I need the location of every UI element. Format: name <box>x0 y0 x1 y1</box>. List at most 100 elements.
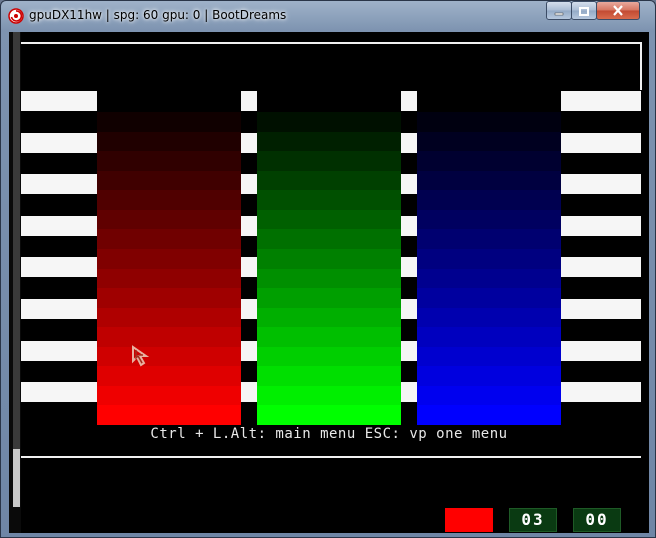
stripe-segment <box>401 215 417 236</box>
maximize-icon <box>579 1 589 20</box>
stripe-segment <box>21 382 97 403</box>
counter-a: 03 <box>509 508 557 532</box>
color-swatch <box>445 508 493 532</box>
stripe-segment <box>401 340 417 361</box>
gradient-step <box>417 327 561 347</box>
gradient-step <box>417 248 561 269</box>
stripe-segment <box>241 340 257 361</box>
counter-b: 00 <box>573 508 621 532</box>
render-viewport[interactable]: Ctrl + L.Alt: main menu ESC: vp one menu… <box>9 32 649 533</box>
stripe-segment <box>561 257 641 278</box>
gradient-step <box>257 190 401 210</box>
left-edge <box>9 32 21 533</box>
stripe-segment <box>241 257 257 278</box>
gradient-step <box>97 405 241 425</box>
gradient-step <box>257 131 401 152</box>
stripe-segment <box>561 299 641 319</box>
stripe-segment <box>561 340 641 361</box>
gradient-step <box>97 268 241 289</box>
minimize-icon <box>554 1 564 20</box>
gradient-step <box>97 385 241 406</box>
gradient-step <box>417 385 561 406</box>
gradient-step <box>97 248 241 269</box>
stripe-segment <box>241 299 257 319</box>
gradient-step <box>257 405 401 425</box>
gradient-step <box>417 209 561 230</box>
stripe-segment <box>561 174 641 195</box>
top-line <box>21 42 641 44</box>
maximize-button[interactable] <box>571 1 597 20</box>
app-window: gpuDX11hw | spg: 60 gpu: 0 | BootDreams … <box>0 0 656 538</box>
stripe-segment <box>401 132 417 153</box>
gradient-step <box>257 248 401 269</box>
gradient-step <box>257 366 401 386</box>
gradient-step <box>97 131 241 152</box>
gradient-step <box>417 268 561 289</box>
stripe-segment <box>241 174 257 195</box>
gradient-step <box>97 170 241 191</box>
stripe-segment <box>561 91 641 111</box>
gradient-step <box>417 366 561 386</box>
gradient-step <box>257 288 401 308</box>
gradient-step <box>257 268 401 289</box>
gradient-step <box>257 229 401 249</box>
gradient-step <box>257 307 401 328</box>
gradient-step <box>417 190 561 210</box>
stripe-segment <box>21 257 97 278</box>
blue-gradient-bar <box>417 112 561 425</box>
gradient-step <box>257 327 401 347</box>
gradient-step <box>97 209 241 230</box>
title-bar[interactable]: gpuDX11hw | spg: 60 gpu: 0 | BootDreams <box>1 1 655 31</box>
gradient-step <box>257 209 401 230</box>
red-gradient-bar <box>97 112 241 425</box>
gradient-step <box>417 112 561 132</box>
help-message: Ctrl + L.Alt: main menu ESC: vp one menu <box>150 426 508 442</box>
gradient-step <box>97 229 241 249</box>
gradient-step <box>417 307 561 328</box>
stripe-segment <box>21 174 97 195</box>
gradient-step <box>97 366 241 386</box>
stripe-segment <box>401 91 417 111</box>
close-button[interactable] <box>596 1 640 20</box>
stripe-segment <box>21 132 97 153</box>
gradient-step <box>97 190 241 210</box>
stripe-segment <box>561 132 641 153</box>
gradient-step <box>417 151 561 171</box>
stripe-segment <box>401 299 417 319</box>
stripe-segment <box>241 132 257 153</box>
green-gradient-bar <box>257 112 401 425</box>
gradient-step <box>257 385 401 406</box>
mouse-cursor-icon <box>131 345 155 375</box>
gradient-step <box>417 170 561 191</box>
close-icon <box>612 1 624 20</box>
stripe-segment <box>401 382 417 403</box>
gradient-step <box>417 405 561 425</box>
gradient-step <box>257 170 401 191</box>
gradient-step <box>97 151 241 171</box>
right-line <box>640 42 642 90</box>
caption-buttons <box>546 1 640 20</box>
gradient-step <box>97 288 241 308</box>
gradient-step <box>257 346 401 367</box>
stripe-segment <box>21 215 97 236</box>
stripe-segment <box>21 91 97 111</box>
stripe-segment <box>561 382 641 403</box>
stripe-segment <box>21 340 97 361</box>
stripe-segment <box>401 174 417 195</box>
gradient-step <box>257 112 401 132</box>
stripe-segment <box>21 299 97 319</box>
gradient-step <box>417 131 561 152</box>
gradient-step <box>97 327 241 347</box>
window-title: gpuDX11hw | spg: 60 gpu: 0 | BootDreams <box>29 8 287 22</box>
minimize-button[interactable] <box>546 1 572 20</box>
gradient-step <box>257 151 401 171</box>
bottom-line <box>21 456 641 458</box>
stripe-segment <box>561 215 641 236</box>
stripe-segment <box>401 257 417 278</box>
stripe-segment <box>241 91 257 111</box>
gradient-step <box>97 307 241 328</box>
gradient-step <box>417 229 561 249</box>
gradient-step <box>417 346 561 367</box>
app-icon[interactable] <box>8 8 24 24</box>
stripe-segment <box>241 215 257 236</box>
